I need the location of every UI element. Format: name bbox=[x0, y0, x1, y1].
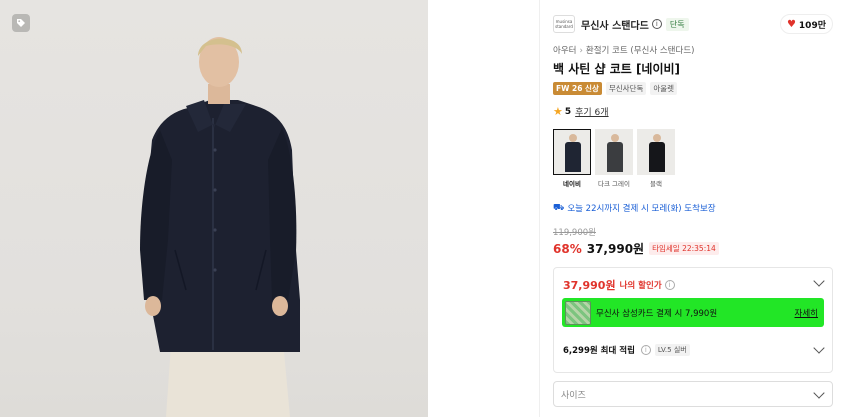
heart-icon: ♥ bbox=[786, 18, 796, 30]
tag-icon[interactable] bbox=[12, 14, 30, 32]
product-title: 백 사틴 샵 코트 [네이비] bbox=[553, 62, 681, 76]
model-image bbox=[140, 37, 300, 417]
delivery-info: ⛟ 오늘 22시까지 결제 시 모레(화) 도착보장 bbox=[553, 202, 716, 215]
chevron-down-icon[interactable] bbox=[813, 342, 825, 354]
brand-name[interactable]: 무신사 스탠다드 bbox=[581, 17, 649, 32]
star-icon: ★ bbox=[553, 105, 563, 118]
my-price-label: 나의 할인가 bbox=[619, 281, 662, 291]
product-photo[interactable] bbox=[0, 0, 428, 417]
my-price: 37,990원 bbox=[563, 279, 616, 292]
price-row: 68% 37,990원 타임세일 22:35:14 bbox=[553, 240, 719, 257]
color-label: 다크 그레이 bbox=[598, 180, 630, 188]
color-thumbnail bbox=[637, 129, 675, 175]
new-badge: FW 26 신상 bbox=[553, 82, 602, 95]
card-image bbox=[565, 300, 591, 325]
brand-logo[interactable]: musinsa standard bbox=[553, 15, 575, 33]
panel-divider bbox=[539, 0, 540, 417]
reviews-link[interactable]: 후기 6개 bbox=[575, 105, 608, 118]
level-badge: LV.5 실버 bbox=[654, 344, 690, 356]
original-price: 119,900원 bbox=[553, 228, 596, 238]
card-promo-text: 무신사 삼성카드 결제 시 7,990원 bbox=[596, 308, 718, 319]
color-option-dark-gray[interactable]: 다크 그레이 bbox=[595, 129, 633, 188]
chevron-down-icon[interactable] bbox=[813, 275, 825, 287]
product-page: musinsa standard 무신사 스탠다드 i 단독 ♥ 109만 아우… bbox=[0, 0, 850, 417]
color-thumbnail bbox=[553, 129, 591, 175]
exclusive-badge: 단독 bbox=[665, 17, 689, 31]
card-promo-banner[interactable]: 무신사 삼성카드 결제 시 7,990원 자세히 bbox=[562, 298, 824, 327]
brand-row: musinsa standard 무신사 스탠다드 i 단독 ♥ 109만 bbox=[553, 14, 833, 34]
benefit-box: 37,990원 나의 할인가 i 무신사 삼성카드 결제 시 7,990원 자세… bbox=[553, 267, 833, 373]
delivery-text: 오늘 22시까지 결제 시 모레(화) 도착보장 bbox=[567, 204, 716, 214]
rating-score: 5 bbox=[564, 106, 572, 117]
chevron-right-icon: › bbox=[579, 46, 583, 56]
product-info-panel: musinsa standard 무신사 스탠다드 i 단독 ♥ 109만 아우… bbox=[553, 0, 843, 417]
size-select[interactable]: 사이즈 bbox=[553, 381, 833, 407]
like-count: 109만 bbox=[798, 20, 826, 31]
info-icon[interactable]: i bbox=[651, 19, 662, 29]
discount-rate: 68% bbox=[553, 241, 582, 256]
exclusive-tag: 무신사단독 bbox=[605, 82, 647, 95]
sale-price: 37,990원 bbox=[586, 242, 645, 256]
breadcrumb: 아우터 › 환절기 코트 (무신사 스탠다드) bbox=[553, 44, 694, 56]
info-icon[interactable]: i bbox=[664, 280, 675, 290]
color-thumbnail bbox=[595, 129, 633, 175]
color-option-navy[interactable]: 네이비 bbox=[553, 129, 591, 188]
like-button[interactable]: ♥ 109만 bbox=[779, 14, 833, 34]
breadcrumb-item-coat[interactable]: 환절기 코트 (무신사 스탠다드) bbox=[586, 46, 695, 56]
color-options: 네이비 다크 그레이 블랙 bbox=[553, 129, 675, 188]
outlet-tag: 아울렛 bbox=[650, 82, 678, 95]
color-option-black[interactable]: 블랙 bbox=[637, 129, 675, 188]
points-row[interactable]: 6,299원 최대 적립 i LV.5 실버 bbox=[563, 344, 690, 356]
size-select-placeholder: 사이즈 bbox=[561, 390, 586, 401]
rating: ★ 5 후기 6개 bbox=[553, 105, 609, 118]
my-price-row[interactable]: 37,990원 나의 할인가 i bbox=[563, 277, 675, 293]
chevron-down-icon bbox=[813, 387, 825, 399]
color-label: 네이비 bbox=[563, 180, 581, 188]
product-badges: FW 26 신상 무신사단독 아울렛 bbox=[553, 82, 678, 95]
truck-icon: ⛟ bbox=[553, 202, 565, 213]
points-text: 6,299원 최대 적립 bbox=[563, 346, 635, 356]
card-detail-link[interactable]: 자세히 bbox=[795, 307, 818, 319]
breadcrumb-item-outer[interactable]: 아우터 bbox=[553, 46, 576, 56]
timesale-badge: 타임세일 22:35:14 bbox=[649, 242, 719, 255]
info-icon[interactable]: i bbox=[640, 345, 651, 355]
color-label: 블랙 bbox=[650, 180, 662, 188]
